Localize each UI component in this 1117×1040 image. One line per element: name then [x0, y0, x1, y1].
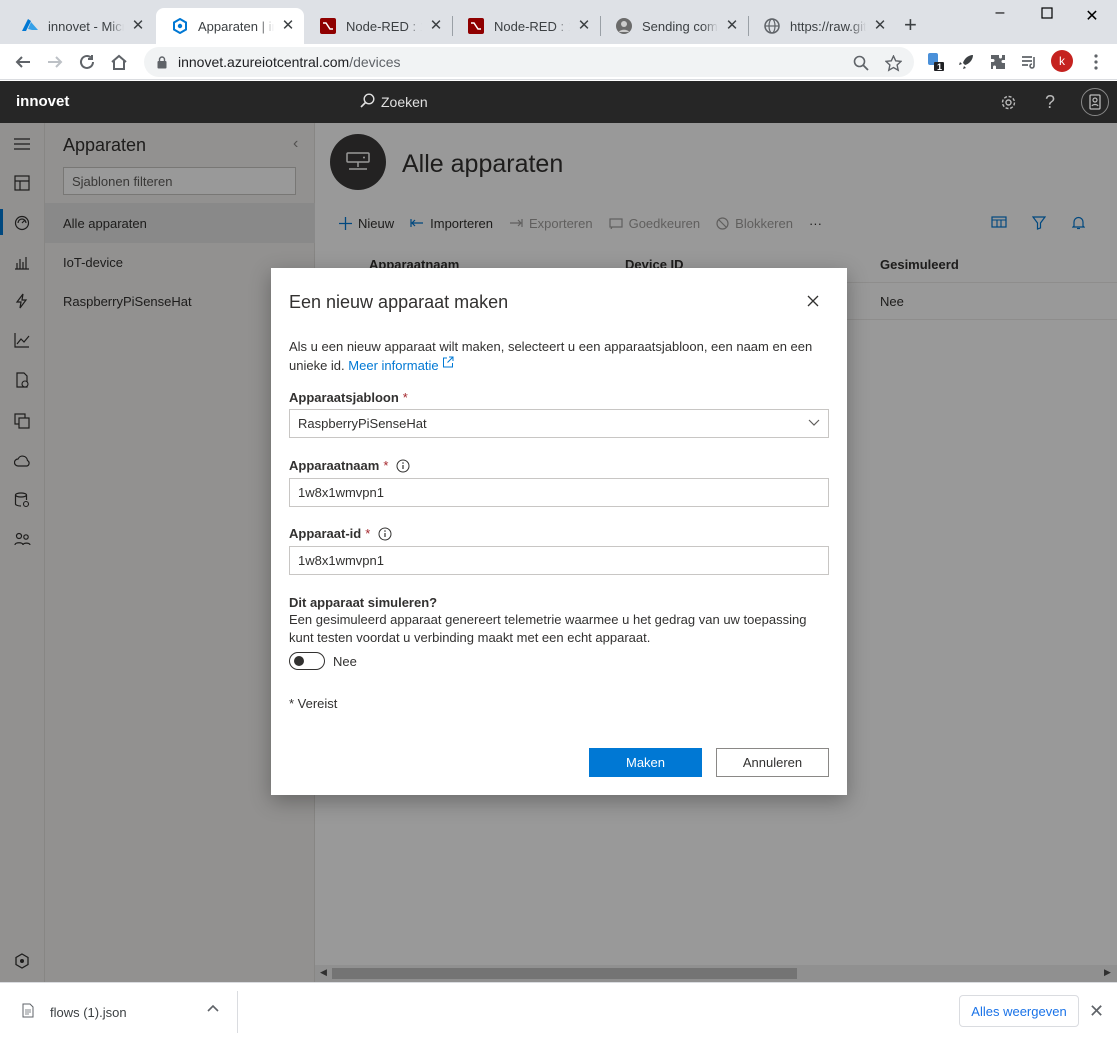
simulate-title: Dit apparaat simuleren? — [289, 595, 438, 610]
close-tab-icon[interactable]: ✕ — [576, 18, 592, 34]
close-tab-icon[interactable]: ✕ — [872, 18, 888, 34]
tab-title: Node-RED : 192.168 — [346, 18, 422, 34]
more-info-link[interactable]: Meer informatie — [348, 356, 454, 373]
url-text[interactable]: innovet.azureiotcentral.com/devices — [178, 54, 401, 70]
tab-title: https://raw.githubusercontent — [790, 18, 866, 34]
template-selected-value: RaspberryPiSenseHat — [298, 416, 427, 431]
device-id-label-text: Apparaat-id — [289, 526, 362, 541]
azure-icon — [22, 18, 38, 34]
close-tab-icon[interactable]: ✕ — [428, 18, 444, 34]
maximize-icon[interactable] — [1037, 6, 1057, 24]
dialog-title: Een nieuw apparaat maken — [289, 292, 509, 312]
tab-title: Node-RED : 192.168 — [494, 18, 570, 34]
external-link-icon — [443, 356, 454, 368]
download-shelf: flows (1).json Alles weergeven ✕ — [0, 982, 1117, 1040]
required-note: * Vereist — [289, 696, 338, 711]
node-red-icon — [320, 18, 336, 34]
new-tab-button[interactable]: + — [904, 14, 917, 36]
tab-title: innovet - Microsoft — [48, 18, 124, 34]
minimize-icon[interactable]: – — [990, 4, 1010, 22]
reload-icon[interactable] — [75, 50, 99, 74]
template-label-text: Apparaatsjabloon — [289, 390, 399, 405]
back-icon[interactable] — [11, 50, 35, 74]
search-placeholder: Zoeken — [381, 94, 428, 110]
lock-icon[interactable] — [154, 55, 170, 69]
chevron-down-icon — [808, 416, 820, 431]
zoom-icon[interactable] — [852, 54, 870, 72]
shelf-divider — [237, 991, 238, 1033]
template-label: Apparaatsjabloon * — [289, 390, 408, 405]
device-id-label: Apparaat-id * — [289, 526, 392, 541]
info-icon[interactable] — [378, 527, 392, 541]
avatar-icon — [616, 18, 632, 34]
forward-icon[interactable] — [43, 50, 67, 74]
create-device-dialog: Een nieuw apparaat maken Als u een nieuw… — [271, 268, 847, 795]
file-icon — [22, 1003, 34, 1021]
chevron-up-icon[interactable] — [207, 1003, 219, 1018]
simulate-toggle-state: Nee — [333, 654, 357, 669]
required-mark: * — [383, 458, 389, 473]
device-name-label-text: Apparaatnaam — [289, 458, 380, 473]
home-icon[interactable] — [107, 50, 131, 74]
browser-tab[interactable]: https://raw.githubusercontent ✕ — [748, 8, 896, 44]
browser-toolbar: innovet.azureiotcentral.com/devices 1 k — [0, 44, 1117, 80]
required-mark: * — [402, 390, 408, 405]
create-button[interactable]: Maken — [589, 748, 702, 777]
browser-tab-active[interactable]: Apparaten | innovet ✕ — [156, 8, 304, 44]
extension-badge-icon[interactable]: 1 — [925, 52, 945, 72]
browser-menu-icon[interactable] — [1086, 52, 1106, 72]
profile-avatar[interactable]: k — [1051, 50, 1073, 72]
toggle-knob — [294, 656, 304, 666]
close-tab-icon[interactable]: ✕ — [130, 18, 146, 34]
iot-central-icon — [172, 18, 188, 34]
node-red-icon — [468, 18, 484, 34]
tab-title: Sending commands — [642, 18, 718, 34]
rocket-extension-icon[interactable] — [956, 52, 976, 72]
global-search[interactable]: Zoeken — [360, 93, 428, 111]
simulate-toggle[interactable] — [289, 652, 325, 670]
device-id-input[interactable]: 1w8x1wmvpn1 — [289, 546, 829, 575]
template-dropdown[interactable]: RaspberryPiSenseHat — [289, 409, 829, 438]
tab-title: Apparaten | innovet — [198, 18, 274, 34]
close-window-icon[interactable]: ✕ — [1082, 6, 1102, 26]
browser-tab-strip: innovet - Microsoft ✕ Apparaten | innove… — [0, 0, 1117, 44]
more-info-label: Meer informatie — [348, 358, 439, 373]
app-header: innovet Zoeken ? — [0, 81, 1117, 123]
app-brand[interactable]: innovet — [16, 93, 69, 110]
required-mark: * — [365, 526, 371, 541]
search-icon — [360, 93, 375, 111]
simulate-description: Een gesimuleerd apparaat genereert telem… — [289, 612, 807, 645]
download-item[interactable]: flows (1).json — [22, 1003, 127, 1021]
settings-gear-icon[interactable] — [997, 91, 1019, 113]
close-tab-icon[interactable]: ✕ — [280, 18, 296, 34]
device-name-input[interactable]: 1w8x1wmvpn1 — [289, 478, 829, 507]
close-tab-icon[interactable]: ✕ — [724, 18, 740, 34]
bookmark-star-icon[interactable] — [884, 54, 902, 72]
reading-list-icon[interactable] — [1019, 52, 1039, 72]
show-all-downloads-button[interactable]: Alles weergeven — [959, 995, 1079, 1027]
url-path: /devices — [349, 54, 401, 70]
browser-tab[interactable]: Sending commands ✕ — [600, 8, 748, 44]
globe-icon — [764, 18, 780, 34]
info-icon[interactable] — [396, 459, 410, 473]
extension-badge-count: 1 — [937, 62, 943, 72]
url-host: innovet.azureiotcentral.com — [178, 54, 350, 70]
browser-tab[interactable]: Node-RED : 192.168 ✕ — [452, 8, 600, 44]
browser-tab[interactable]: innovet - Microsoft ✕ — [6, 8, 154, 44]
close-icon[interactable] — [804, 292, 822, 310]
download-filename: flows (1).json — [50, 1004, 127, 1020]
puzzle-extensions-icon[interactable] — [988, 52, 1008, 72]
account-icon[interactable] — [1081, 88, 1109, 116]
help-icon[interactable]: ? — [1039, 91, 1061, 113]
address-bar[interactable]: innovet.azureiotcentral.com/devices — [144, 47, 914, 77]
cancel-button[interactable]: Annuleren — [716, 748, 829, 777]
browser-tab[interactable]: Node-RED : 192.168 ✕ — [304, 8, 452, 44]
close-shelf-icon[interactable]: ✕ — [1089, 1001, 1104, 1022]
dialog-description: Als u een nieuw apparaat wilt maken, sel… — [289, 337, 834, 375]
device-name-label: Apparaatnaam * — [289, 458, 410, 473]
